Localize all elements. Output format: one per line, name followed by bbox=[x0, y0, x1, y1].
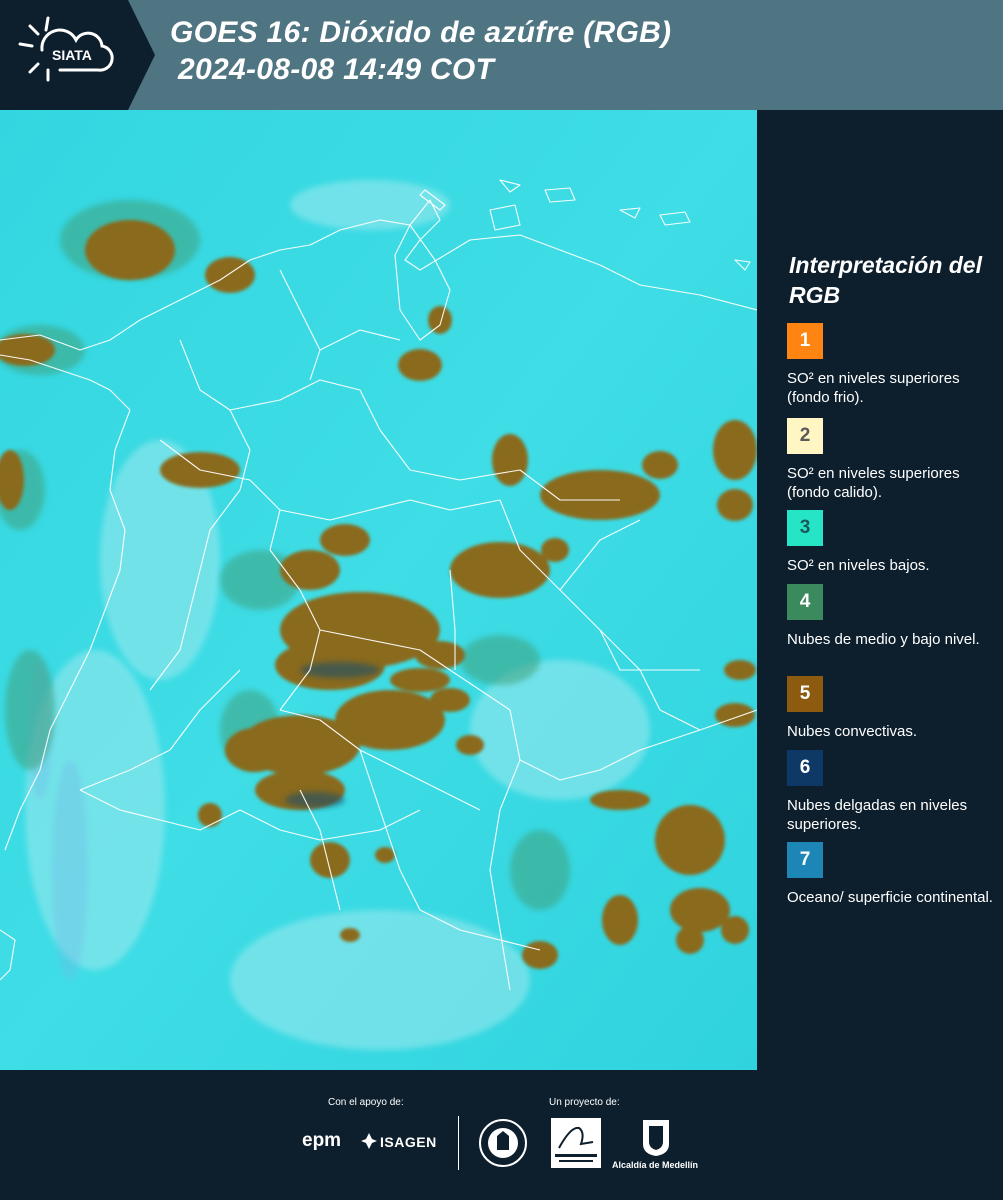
epm-logo: epm bbox=[302, 1130, 342, 1151]
alcaldia-logo-text: Alcaldía de Medellín bbox=[612, 1160, 699, 1170]
page-title: GOES 16: Dióxido de azúfre (RGB) 2024-08… bbox=[170, 14, 671, 88]
title-line-2: 2024-08-08 14:49 COT bbox=[178, 53, 495, 86]
project-label: Un proyecto de: bbox=[549, 1097, 620, 1108]
satellite-image bbox=[0, 110, 757, 1070]
legend-swatch-7: 7 bbox=[787, 842, 823, 878]
legend-swatch-3: 3 bbox=[787, 510, 823, 546]
legend-text-6: Nubes delgadas en niveles superiores. bbox=[787, 797, 968, 833]
legend-item-6: 6 Nubes delgadas en niveles superiores. bbox=[787, 750, 993, 834]
legend-item-3: 3 SO² en niveles bajos. bbox=[787, 510, 993, 575]
title-line-1: GOES 16: Dióxido de azúfre (RGB) bbox=[170, 16, 672, 49]
area-metropolitana-logo bbox=[551, 1118, 601, 1168]
legend-swatch-2: 2 bbox=[787, 418, 823, 454]
legend-text-1: SO² en niveles superiores (fondo frio). bbox=[787, 370, 960, 406]
isagen-logo: ISAGEN bbox=[380, 1134, 437, 1150]
legend-item-4: 4 Nubes de medio y bajo nivel. bbox=[787, 584, 993, 649]
legend-panel: Interpretación del RGB 1 SO² en niveles … bbox=[757, 110, 1003, 1070]
legend-item-1: 1 SO² en niveles superiores (fondo frio)… bbox=[787, 323, 993, 407]
legend-swatch-1: 1 bbox=[787, 323, 823, 359]
legend-text-7: Oceano/ superficie continental. bbox=[787, 889, 993, 906]
legend-text-4: Nubes de medio y bajo nivel. bbox=[787, 631, 980, 648]
header-bar: SIATA GOES 16: Dióxido de azúfre (RGB) 2… bbox=[0, 0, 1003, 110]
alcaldia-shield-icon bbox=[643, 1120, 669, 1156]
legend-text-3: SO² en niveles bajos. bbox=[787, 557, 930, 574]
support-label: Con el apoyo de: bbox=[328, 1097, 404, 1108]
footer: Con el apoyo de: Un proyecto de: epm ISA… bbox=[0, 1070, 1003, 1200]
legend-text-5: Nubes convectivas. bbox=[787, 723, 918, 740]
isagen-icon bbox=[361, 1133, 377, 1149]
satellite-map bbox=[0, 110, 757, 1070]
legend-title: Interpretación del RGB bbox=[789, 252, 982, 308]
siata-logo-text: SIATA bbox=[52, 47, 92, 63]
legend-swatch-4: 4 bbox=[787, 584, 823, 620]
metro-seal-icon bbox=[479, 1119, 527, 1167]
app-root: SIATA GOES 16: Dióxido de azúfre (RGB) 2… bbox=[0, 0, 1003, 1200]
legend-swatch-6: 6 bbox=[787, 750, 823, 786]
legend-item-2: 2 SO² en niveles superiores (fondo calid… bbox=[787, 418, 993, 502]
legend-text-2: SO² en niveles superiores (fondo calido)… bbox=[787, 465, 960, 501]
legend-item-7: 7 Oceano/ superficie continental. bbox=[787, 842, 993, 907]
footer-divider bbox=[458, 1116, 459, 1170]
siata-logo: SIATA bbox=[0, 0, 155, 110]
legend-item-5: 5 Nubes convectivas. bbox=[787, 676, 993, 741]
legend-swatch-5: 5 bbox=[787, 676, 823, 712]
